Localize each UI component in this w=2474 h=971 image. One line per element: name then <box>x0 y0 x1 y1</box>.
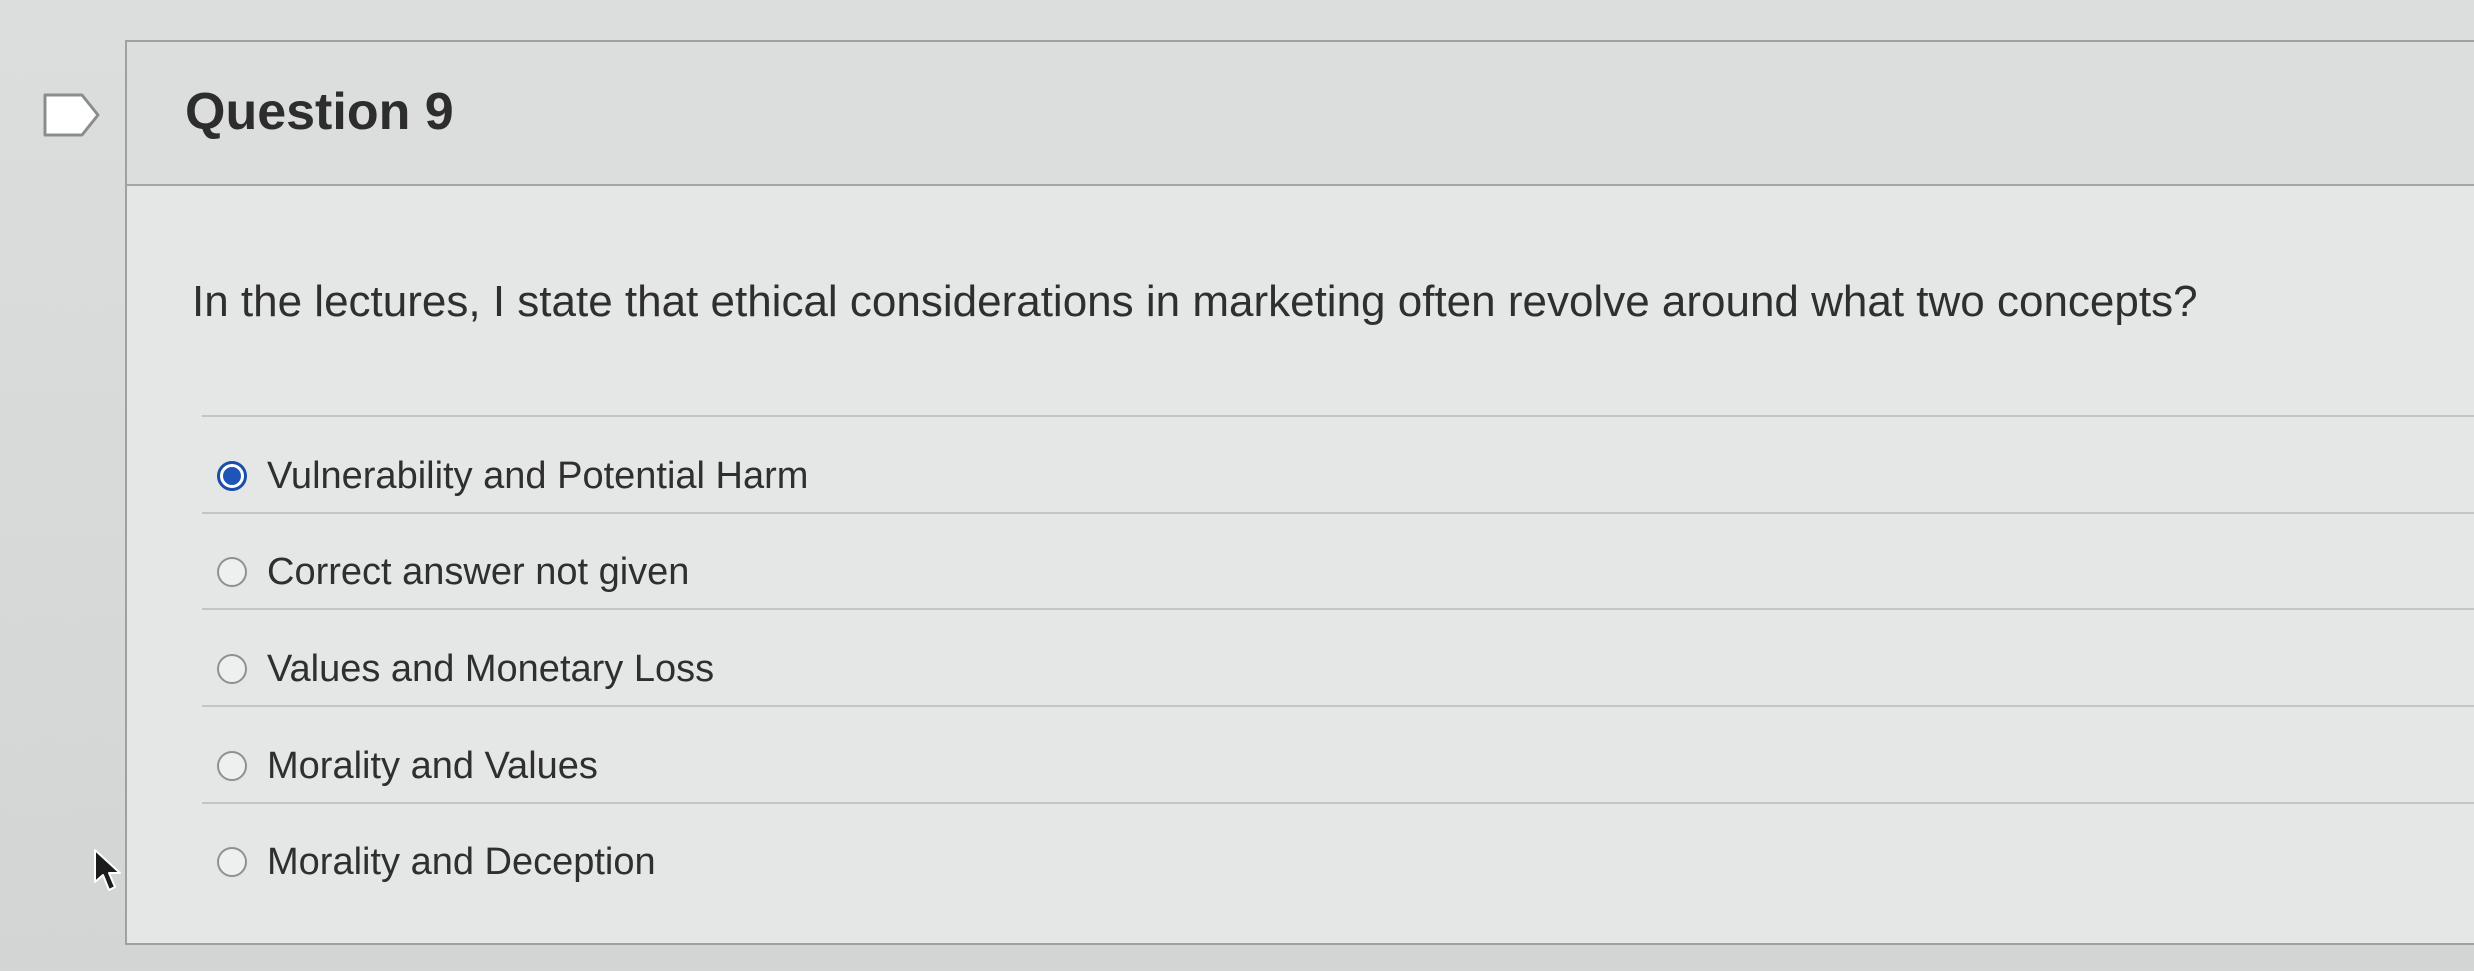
question-card: Question 9 In the lectures, I state that… <box>125 40 2474 945</box>
radio-button-selected[interactable] <box>217 461 247 491</box>
option-label: Morality and Values <box>267 744 598 787</box>
answer-option[interactable]: Correct answer not given <box>217 542 689 602</box>
radio-button[interactable] <box>217 751 247 781</box>
answer-option[interactable]: Morality and Deception <box>217 832 656 892</box>
answer-option[interactable]: Values and Monetary Loss <box>217 639 714 699</box>
option-label: Values and Monetary Loss <box>267 647 715 690</box>
answer-option[interactable]: Morality and Values <box>217 736 598 796</box>
option-label: Vulnerability and Potential Harm <box>267 454 809 497</box>
divider <box>202 512 2474 514</box>
divider <box>202 415 2474 417</box>
radio-button[interactable] <box>217 847 247 877</box>
mouse-pointer-icon <box>94 849 121 891</box>
flag-icon[interactable] <box>42 92 102 138</box>
radio-button[interactable] <box>217 654 247 684</box>
radio-button[interactable] <box>217 557 247 587</box>
answer-option[interactable]: Vulnerability and Potential Harm <box>217 446 808 506</box>
option-label: Correct answer not given <box>267 550 690 593</box>
question-header: Question 9 <box>127 42 2474 186</box>
divider <box>202 608 2474 610</box>
divider <box>202 705 2474 707</box>
question-title: Question 9 <box>185 83 454 141</box>
option-label: Morality and Deception <box>267 840 656 883</box>
divider <box>202 802 2474 804</box>
question-text: In the lectures, I state that ethical co… <box>192 277 2198 326</box>
